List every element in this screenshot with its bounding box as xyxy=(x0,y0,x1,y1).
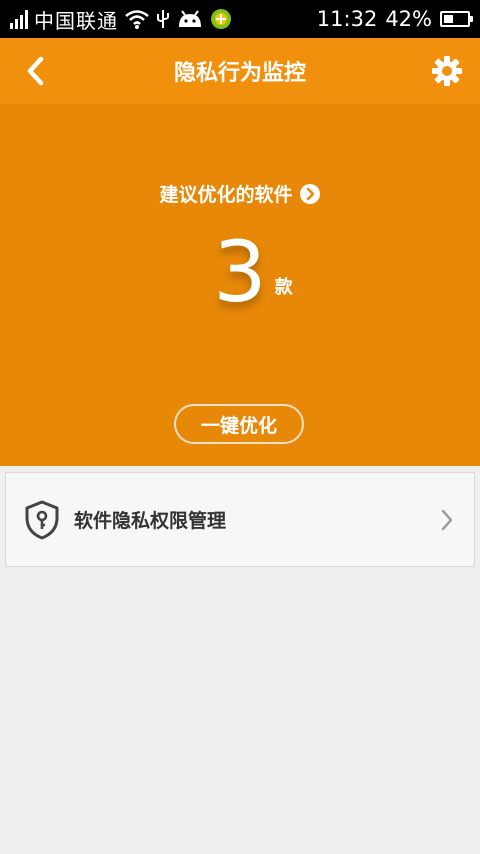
suggested-apps-label: 建议优化的软件 xyxy=(159,184,293,206)
page-title: 隐私行为监控 xyxy=(173,61,306,86)
usb-icon xyxy=(156,8,170,30)
back-button[interactable] xyxy=(18,52,54,90)
title-bar: 隐私行为监控 xyxy=(0,38,480,104)
wifi-icon xyxy=(124,8,150,30)
chevron-right-circle-icon xyxy=(299,183,320,204)
count-unit: 款 xyxy=(274,277,293,298)
signal-icon xyxy=(10,9,28,29)
gear-icon xyxy=(432,56,462,86)
settings-button[interactable] xyxy=(428,52,466,90)
android-icon xyxy=(176,9,204,29)
battery-icon xyxy=(440,11,473,27)
suggested-count: 3 款 xyxy=(213,222,292,322)
chevron-right-icon xyxy=(440,508,454,532)
app-notification-icon xyxy=(210,8,232,30)
status-bar: 中国联通 11:32 42% xyxy=(0,0,480,38)
one-click-optimize-button[interactable]: 一键优化 xyxy=(174,404,304,444)
suggested-count-value: 3 xyxy=(213,223,267,321)
carrier-name: 中国联通 xyxy=(34,8,118,33)
suggested-apps-link[interactable]: 建议优化的软件 xyxy=(0,180,480,207)
list-item-label: 软件隐私权限管理 xyxy=(74,510,227,532)
clock: 11:32 xyxy=(316,7,378,31)
battery-percent: 42% xyxy=(385,7,432,31)
shield-key-icon xyxy=(22,500,62,540)
list-item-app-privacy-permissions[interactable]: 软件隐私权限管理 xyxy=(5,472,475,567)
hero-panel: 建议优化的软件 3 款 一键优化 xyxy=(0,104,480,466)
back-icon xyxy=(27,56,44,86)
